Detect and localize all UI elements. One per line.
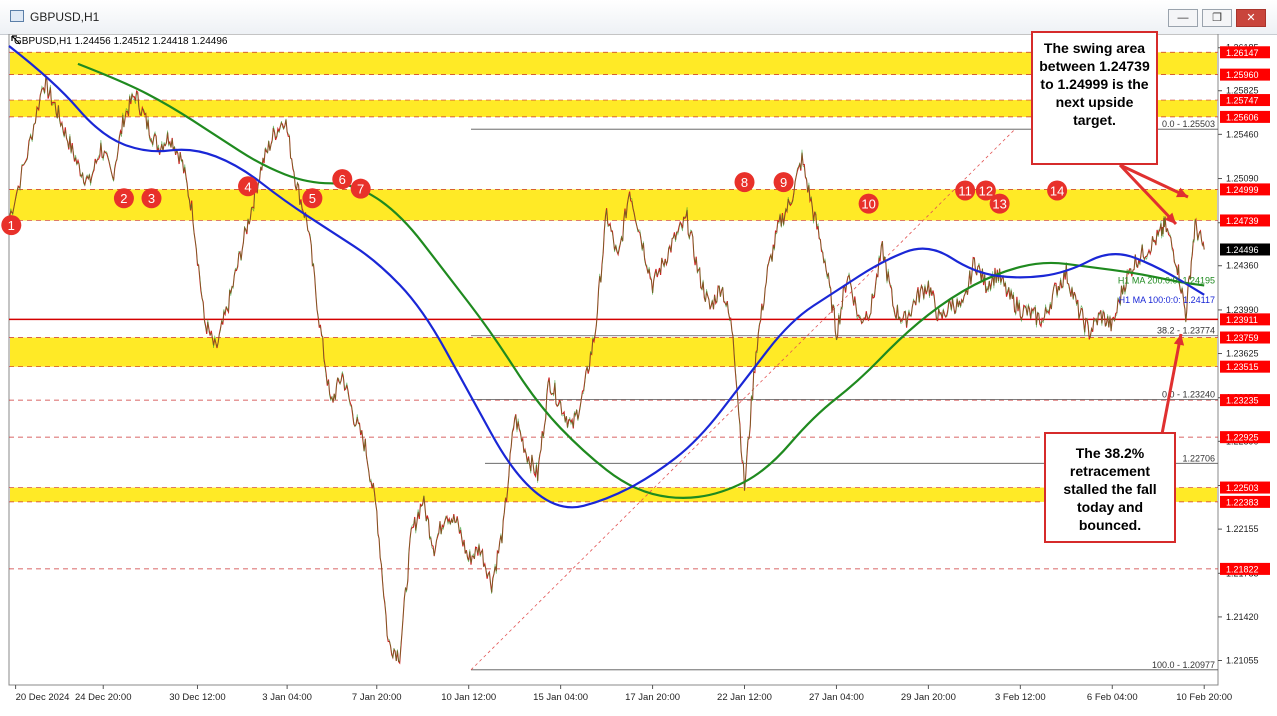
ma-label: H1 MA 200:0:0: 1.24195 bbox=[1118, 275, 1215, 285]
price-label: 1.22383 bbox=[1226, 497, 1259, 507]
price-label: 1.23515 bbox=[1226, 362, 1259, 372]
x-tick-label: 6 Feb 04:00 bbox=[1087, 692, 1138, 703]
swing-marker-label: 8 bbox=[741, 175, 748, 190]
price-label: 1.22925 bbox=[1226, 433, 1259, 443]
close-icon: ✕ bbox=[1246, 12, 1256, 24]
x-tick-label: 10 Jan 12:00 bbox=[441, 692, 496, 703]
x-tick-label: 30 Dec 12:00 bbox=[169, 692, 226, 703]
swing-marker-label: 12 bbox=[979, 183, 993, 198]
ma-label: H1 MA 100:0:0: 1.24117 bbox=[1119, 295, 1215, 305]
swing-marker-label: 10 bbox=[861, 197, 875, 212]
price-label: 1.23235 bbox=[1226, 396, 1259, 406]
x-tick-label: 15 Jan 04:00 bbox=[533, 692, 588, 703]
fib-level-label: 38.2 - 1.23774 bbox=[1157, 326, 1215, 336]
price-label: 1.24739 bbox=[1226, 216, 1259, 226]
x-tick-label: 20 Dec 2024 bbox=[16, 692, 70, 703]
swing-marker-label: 11 bbox=[958, 183, 972, 198]
y-tick-label: 1.24360 bbox=[1226, 261, 1259, 271]
fib-level-label: 1.22706 bbox=[1182, 453, 1215, 463]
fib-level-label: 0.0 - 1.25503 bbox=[1162, 119, 1215, 129]
close-button[interactable]: ✕ bbox=[1236, 9, 1266, 27]
window-title: GBPUSD,H1 bbox=[30, 10, 100, 24]
y-tick-label: 1.22155 bbox=[1226, 524, 1259, 534]
swing-marker-label: 3 bbox=[148, 191, 155, 206]
fib-level-label: 100.0 - 1.20977 bbox=[1152, 660, 1215, 670]
minimize-icon: — bbox=[1177, 12, 1189, 24]
price-label: 1.25960 bbox=[1226, 70, 1259, 80]
x-tick-label: 22 Jan 12:00 bbox=[717, 692, 772, 703]
price-label: 1.23759 bbox=[1226, 333, 1259, 343]
x-tick-label: 10 Feb 20:00 bbox=[1176, 692, 1232, 703]
swing-marker-label: 4 bbox=[244, 179, 251, 194]
x-tick-label: 3 Feb 12:00 bbox=[995, 692, 1046, 703]
y-tick-label: 1.25460 bbox=[1226, 129, 1259, 139]
price-label: 1.22503 bbox=[1226, 483, 1259, 493]
swing-marker-label: 1 bbox=[8, 218, 15, 233]
price-label: 1.24496 bbox=[1226, 245, 1259, 255]
price-label: 1.23911 bbox=[1226, 315, 1258, 325]
minimize-button[interactable]: — bbox=[1168, 9, 1198, 27]
callout-upside-target: The swing area between 1.24739 to 1.2499… bbox=[1031, 31, 1158, 165]
swing-marker-label: 9 bbox=[780, 175, 787, 190]
x-tick-label: 29 Jan 20:00 bbox=[901, 692, 956, 703]
x-tick-label: 17 Jan 20:00 bbox=[625, 692, 680, 703]
chart-window-icon bbox=[10, 10, 24, 22]
swing-marker-label: 13 bbox=[992, 197, 1006, 212]
x-tick-label: 24 Dec 20:00 bbox=[75, 692, 132, 703]
callout-retracement: The 38.2% retracement stalled the fall t… bbox=[1044, 432, 1176, 543]
x-tick-label: 7 Jan 20:00 bbox=[352, 692, 402, 703]
swing-marker-label: 14 bbox=[1050, 183, 1064, 198]
swing-marker-label: 5 bbox=[309, 191, 316, 206]
price-label: 1.26147 bbox=[1226, 48, 1259, 58]
y-tick-label: 1.21055 bbox=[1226, 656, 1259, 666]
swing-marker-label: 6 bbox=[339, 172, 346, 187]
swing-marker-label: 2 bbox=[120, 191, 127, 206]
price-label: 1.24999 bbox=[1226, 185, 1259, 195]
y-tick-label: 1.21420 bbox=[1226, 612, 1259, 622]
swing-marker-label: 7 bbox=[357, 182, 364, 197]
ohlc-header: GBPUSD,H1 1.24456 1.24512 1.24418 1.2449… bbox=[14, 36, 228, 47]
price-label: 1.25747 bbox=[1226, 96, 1259, 106]
window-titlebar: GBPUSD,H1 — ❐ ✕ bbox=[0, 0, 1277, 35]
restore-icon: ❐ bbox=[1212, 12, 1222, 24]
x-tick-label: 3 Jan 04:00 bbox=[262, 692, 312, 703]
price-label: 1.25606 bbox=[1226, 112, 1259, 122]
support-resistance-zone bbox=[10, 337, 1217, 367]
y-tick-label: 1.25090 bbox=[1226, 174, 1259, 184]
y-tick-label: 1.23625 bbox=[1226, 349, 1259, 359]
price-label: 1.21822 bbox=[1226, 564, 1259, 574]
restore-button[interactable]: ❐ bbox=[1202, 9, 1232, 27]
x-tick-label: 27 Jan 04:00 bbox=[809, 692, 864, 703]
